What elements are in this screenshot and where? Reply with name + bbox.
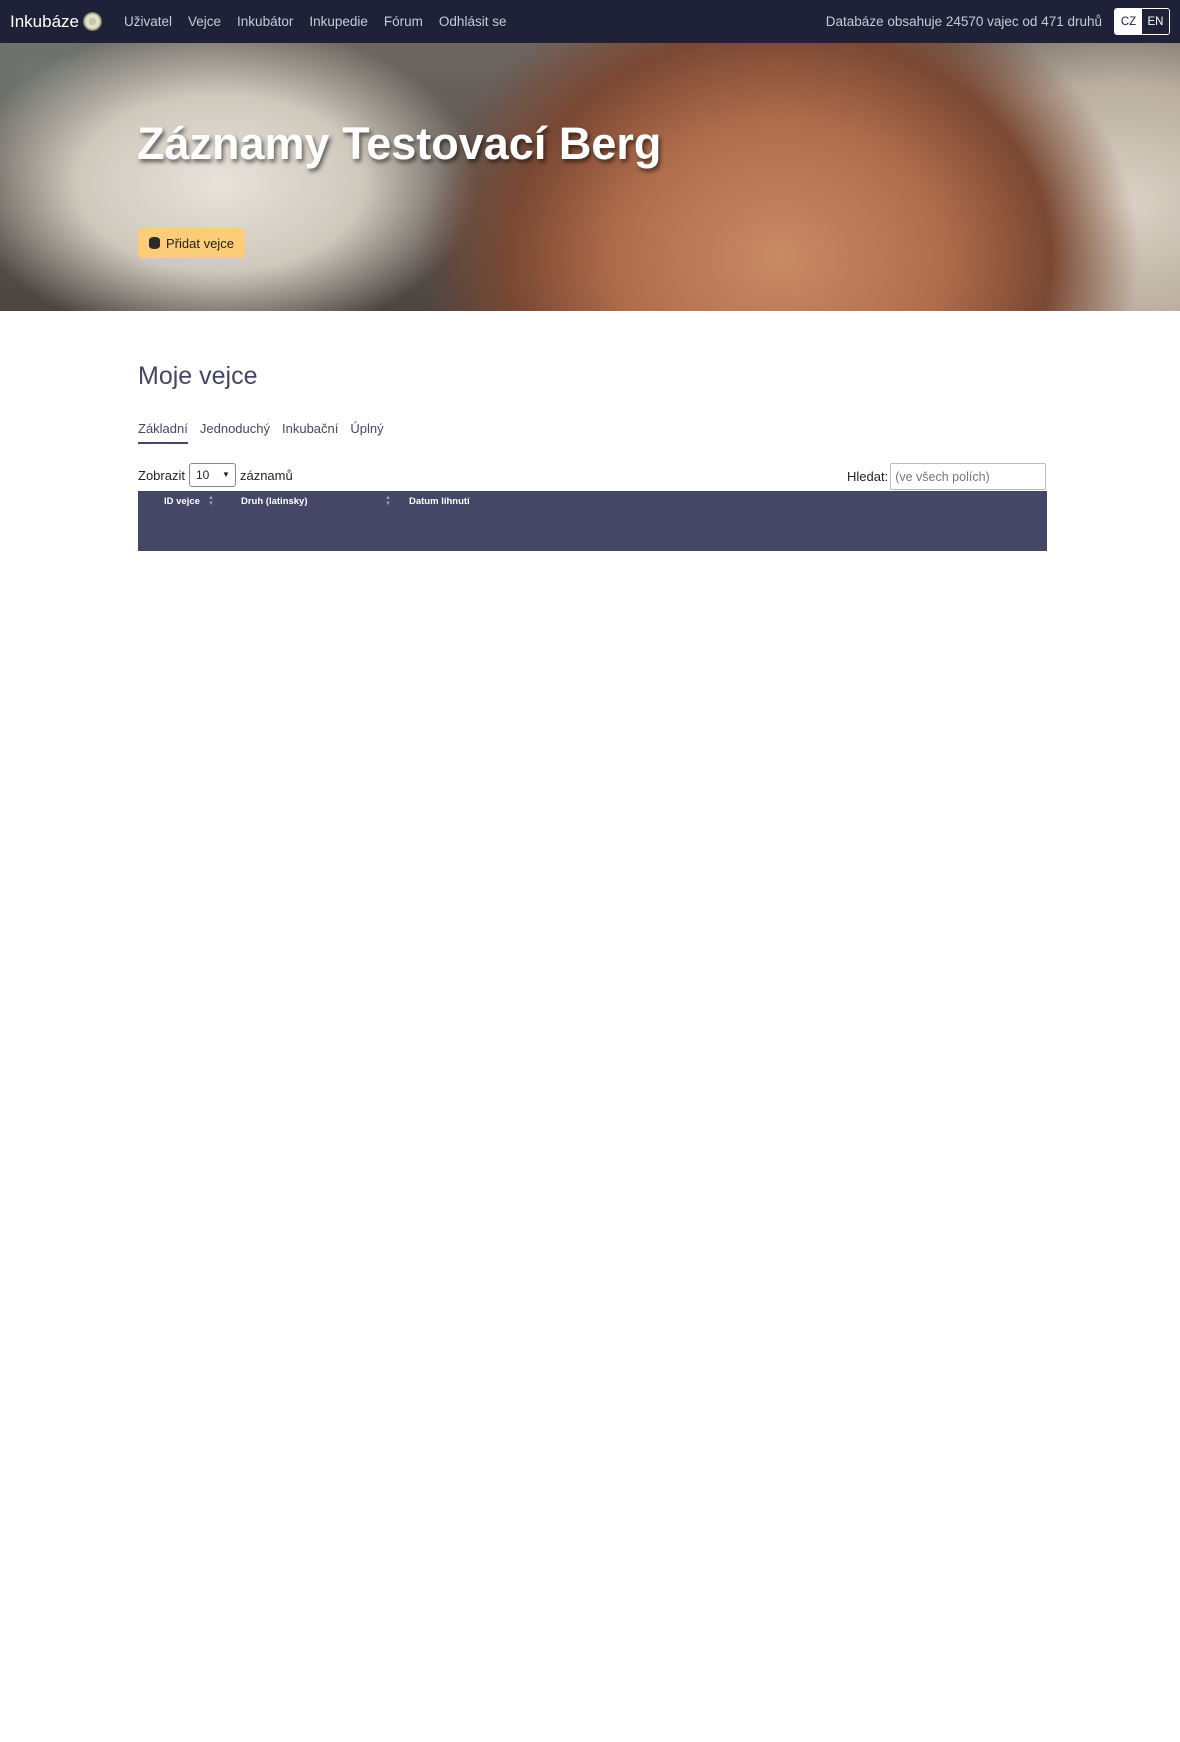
brand[interactable]: Inkubáze [10, 12, 102, 32]
my-eggs-title: Moje vejce [138, 362, 258, 390]
lang-cz-button[interactable]: CZ [1115, 9, 1142, 34]
language-switch: CZ EN [1114, 8, 1170, 35]
brand-name: Inkubáze [10, 11, 79, 31]
page-length-select[interactable]: 10 ▼ [188, 463, 236, 487]
hero-banner: Záznamy Testovací Berg Přidat vejce [0, 43, 1180, 311]
tab-basic[interactable]: Základní [138, 421, 188, 444]
sort-icon[interactable]: ▲ ▼ [208, 495, 214, 507]
my-eggs-tabs: Základní Jednoduchý Inkubační Úplný [138, 421, 384, 444]
chevron-down-icon: ▼ [222, 470, 230, 479]
search-input[interactable]: (ve všech polích) [890, 463, 1047, 490]
my-search-control: Hledat: (ve všech polích) [847, 463, 1047, 490]
page-title: Záznamy Testovací Berg [137, 118, 662, 169]
search-label: Hledat: [847, 469, 889, 484]
col-hatch-date[interactable]: Datum líhnutí [409, 496, 470, 507]
my-table-header: ID vejce ▲ ▼ Druh (latinsky) ▲ ▼ Datum líh… [138, 491, 1047, 551]
nav-link-incubator[interactable]: Inkubátor [237, 14, 293, 29]
tab-full[interactable]: Úplný [350, 421, 383, 444]
nav-link-inkupedia[interactable]: Inkupedie [309, 14, 368, 29]
sort-icon[interactable]: ▲ ▼ [385, 495, 391, 507]
nav-link-logout[interactable]: Odhlásit se [439, 14, 507, 29]
tab-incubation[interactable]: Inkubační [282, 421, 338, 444]
tab-simple[interactable]: Jednoduchý [200, 421, 270, 444]
database-info: Databáze obsahuje 24570 vajec od 471 dru… [825, 14, 1102, 29]
col-species[interactable]: Druh (latinsky) [241, 496, 308, 507]
show-suffix: záznamů [239, 467, 293, 483]
my-page-length-control: Zobrazit 10 ▼ záznamů [138, 463, 293, 487]
add-egg-label: Přidat vejce [166, 235, 234, 251]
lang-en-button[interactable]: EN [1142, 9, 1169, 34]
egg-logo-icon [83, 12, 102, 31]
nav-link-forum[interactable]: Fórum [384, 14, 423, 29]
col-egg-id[interactable]: ID vejce [164, 496, 200, 507]
nav-link-user[interactable]: Uživatel [124, 14, 172, 29]
navbar: Inkubáze Uživatel Vejce Inkubátor Inkupe… [0, 0, 1180, 43]
show-prefix: Zobrazit [138, 467, 185, 483]
add-egg-button[interactable]: Přidat vejce [138, 228, 245, 258]
page-length-value: 10 [195, 468, 210, 482]
nav-link-eggs[interactable]: Vejce [188, 14, 221, 29]
database-icon [149, 237, 160, 249]
